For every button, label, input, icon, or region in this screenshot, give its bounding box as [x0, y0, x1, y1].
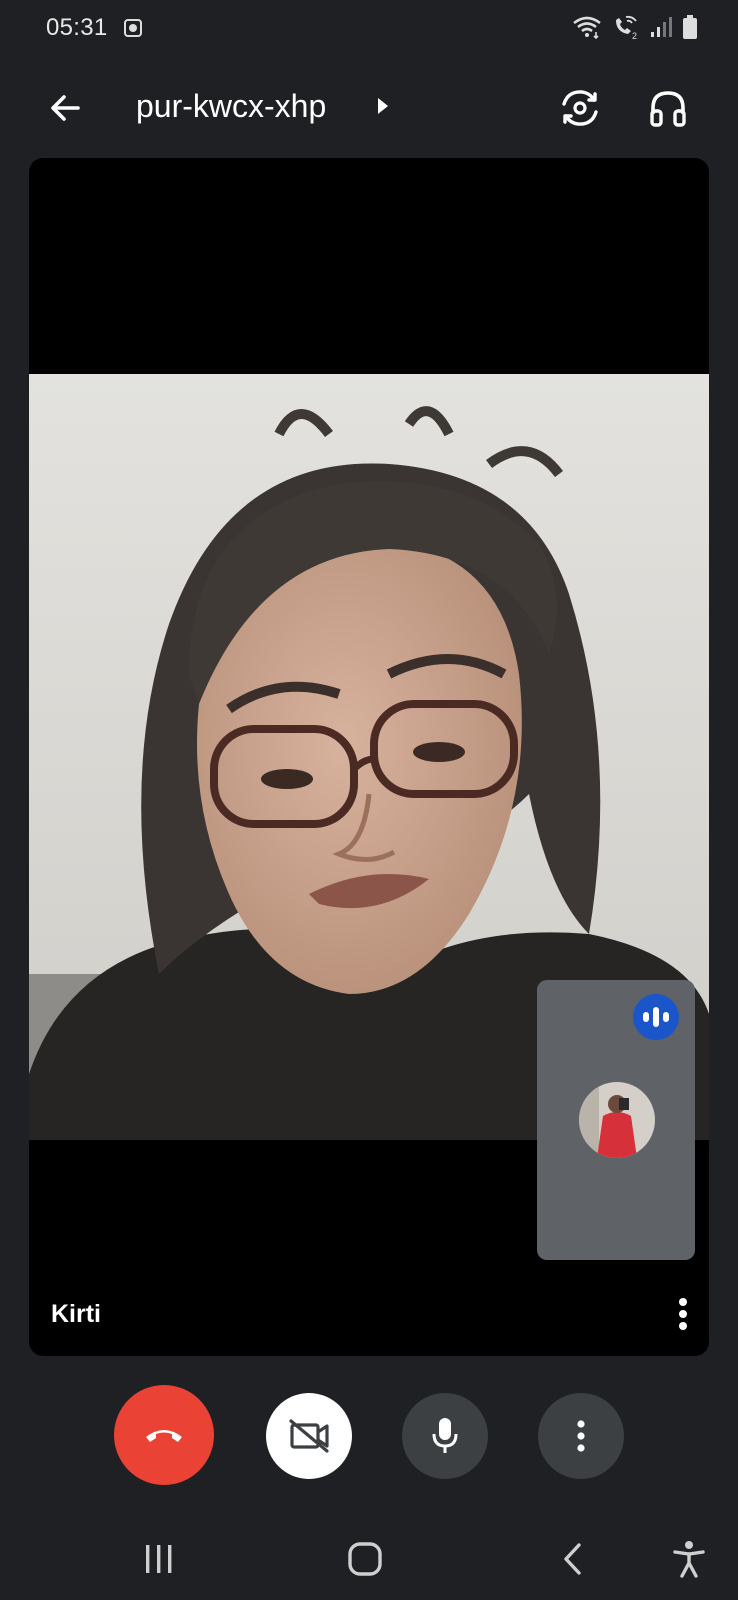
top-bar: pur-kwcx-xhp	[0, 70, 738, 150]
speaking-indicator-icon	[633, 994, 679, 1040]
back-button[interactable]	[44, 86, 88, 130]
accessibility-icon	[673, 1541, 705, 1578]
switch-camera-icon	[562, 90, 598, 126]
self-view-tile[interactable]	[537, 980, 695, 1260]
tile-menu-button[interactable]	[669, 1294, 697, 1334]
nav-back-button[interactable]	[548, 1534, 598, 1584]
status-time: 05:31	[46, 14, 108, 41]
recents-icon	[146, 1545, 172, 1573]
more-options-button[interactable]	[538, 1393, 624, 1479]
more-vert-icon	[577, 1420, 585, 1452]
participant-name: Kirti	[51, 1300, 101, 1328]
status-icons: 2	[572, 14, 698, 40]
caret-right-icon[interactable]	[378, 98, 388, 114]
headphones-icon	[650, 91, 686, 127]
microphone-button[interactable]	[402, 1393, 488, 1479]
camera-toggle-button[interactable]	[266, 1393, 352, 1479]
video-card[interactable]: Kirti	[29, 158, 709, 1356]
end-call-button[interactable]	[114, 1385, 214, 1485]
home-button[interactable]	[340, 1534, 390, 1584]
battery-icon	[683, 15, 697, 39]
arrow-back-icon	[51, 95, 80, 121]
svg-text:2: 2	[632, 31, 637, 40]
meeting-code[interactable]: pur-kwcx-xhp	[136, 88, 326, 125]
call-controls	[0, 1385, 738, 1486]
home-icon	[348, 1542, 382, 1576]
accessibility-button[interactable]	[664, 1534, 714, 1584]
recents-button[interactable]	[134, 1534, 184, 1584]
wifi-icon	[573, 16, 601, 40]
audio-output-button[interactable]	[644, 84, 692, 132]
status-bar: 05:31 2	[0, 0, 738, 60]
wifi-calling-icon: 2	[616, 15, 637, 40]
system-nav-bar	[0, 1510, 738, 1600]
signal-icon	[651, 17, 672, 37]
microphone-icon	[432, 1418, 458, 1453]
notification-icon	[124, 19, 142, 37]
videocam-off-icon	[289, 1419, 329, 1453]
more-vert-icon	[679, 1298, 687, 1330]
avatar	[579, 1082, 655, 1158]
call-end-icon	[146, 1430, 182, 1442]
switch-camera-button[interactable]	[556, 84, 604, 132]
avatar-image	[579, 1082, 655, 1158]
chevron-left-icon	[564, 1543, 581, 1575]
